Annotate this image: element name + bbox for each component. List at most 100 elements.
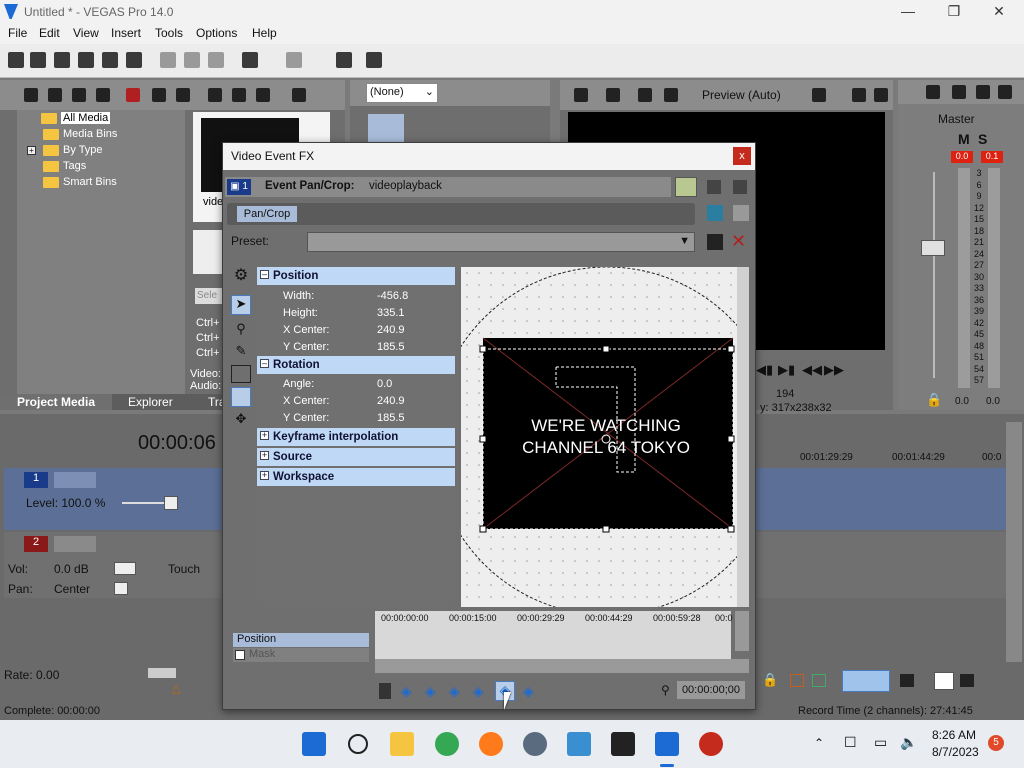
prop-width[interactable]: Width: -456.8 xyxy=(257,288,455,305)
lock-aspect-icon[interactable] xyxy=(231,387,251,407)
zoom-tool-icon[interactable]: ⚲ xyxy=(231,321,251,339)
properties-icon[interactable] xyxy=(126,52,142,68)
prev-frame-icon[interactable]: ◀▮ xyxy=(756,362,773,378)
snapping-toggle[interactable] xyxy=(842,670,890,692)
delete-keyframe-icon[interactable]: ◈ xyxy=(523,683,534,700)
open-icon[interactable] xyxy=(30,52,46,68)
video-track-lane[interactable] xyxy=(756,468,1006,530)
save-preset-icon[interactable] xyxy=(707,234,723,250)
save-as-icon[interactable] xyxy=(78,52,94,68)
display-icon[interactable]: ▭ xyxy=(874,734,887,751)
menu-file[interactable]: File xyxy=(8,26,27,40)
help-icon[interactable] xyxy=(366,52,382,68)
tab-project-media[interactable]: Project Media xyxy=(0,394,112,410)
envelope-tool-icon[interactable] xyxy=(960,674,974,687)
tree-item-tags[interactable]: Tags xyxy=(43,160,86,172)
restore-button[interactable]: ❐ xyxy=(940,3,968,21)
menu-edit[interactable]: Edit xyxy=(39,26,60,40)
kf-track-mask[interactable]: Mask xyxy=(233,648,369,662)
section-position[interactable]: – Position xyxy=(257,267,455,285)
section-keyframe-interpolation[interactable]: + Keyframe interpolation xyxy=(257,428,455,446)
chrome-icon[interactable] xyxy=(435,732,459,756)
pan-crop-workspace[interactable]: WE'RE WATCHING CHANNEL 64 TOKYO xyxy=(461,267,749,607)
minimize-button[interactable]: — xyxy=(894,3,922,21)
section-workspace[interactable]: + Workspace xyxy=(257,468,455,486)
list-view-icon[interactable] xyxy=(707,180,721,194)
rewind-icon[interactable]: ◀◀ xyxy=(802,362,822,378)
new-icon[interactable] xyxy=(8,52,24,68)
solo-button[interactable]: S xyxy=(978,131,987,147)
next-frame-icon[interactable]: ▶▮ xyxy=(778,362,795,378)
first-keyframe-icon[interactable]: ◈ xyxy=(401,683,412,700)
rate-slider[interactable] xyxy=(148,668,176,678)
audio-track-header[interactable]: 2 Vol: 0.0 dB Touch Pan: Center xyxy=(4,532,222,598)
prop-rot-x-center[interactable]: X Center: 240.9 xyxy=(257,393,455,410)
prev-keyframe-icon[interactable]: ◈ xyxy=(425,683,436,700)
event-fx-icon[interactable] xyxy=(336,52,352,68)
forward-icon[interactable]: ▶▶ xyxy=(824,362,844,378)
marker-icon[interactable] xyxy=(790,674,804,687)
chevron-up-icon[interactable]: ⌃ xyxy=(814,736,824,750)
normal-edit-icon[interactable]: ✎ xyxy=(231,343,251,361)
tree-item-by-type[interactable]: By Type xyxy=(43,144,103,156)
pointer-tool-icon[interactable]: ➤ xyxy=(231,295,251,315)
import-media-icon[interactable] xyxy=(24,88,38,102)
gear-icon[interactable] xyxy=(574,88,588,102)
tree-item-all-media[interactable]: All Media xyxy=(41,112,111,124)
render-icon[interactable] xyxy=(102,52,118,68)
menu-view[interactable]: View xyxy=(73,26,99,40)
normal-edit-tool-icon[interactable] xyxy=(934,672,954,690)
overlays-icon[interactable] xyxy=(812,88,826,102)
menu-help[interactable]: Help xyxy=(252,26,277,40)
delete-preset-icon[interactable]: ✕ xyxy=(731,232,746,250)
track-name-field[interactable] xyxy=(54,536,96,552)
grid-view-icon[interactable] xyxy=(733,180,747,194)
dim-icon[interactable] xyxy=(976,85,990,99)
kf-track-position[interactable]: Position xyxy=(233,633,369,647)
section-rotation[interactable]: – Rotation xyxy=(257,356,455,374)
views-icon[interactable] xyxy=(292,88,306,102)
volume-icon[interactable]: 🔈 xyxy=(900,734,917,751)
preview-mode[interactable]: Preview (Auto) xyxy=(702,88,781,102)
vegas-icon[interactable] xyxy=(655,732,679,756)
prop-y-center[interactable]: Y Center: 185.5 xyxy=(257,339,455,356)
tree-item-smart-bins[interactable]: Smart Bins xyxy=(43,176,117,188)
gear-icon[interactable]: ⚙ xyxy=(231,267,251,285)
paste-icon[interactable] xyxy=(208,52,224,68)
keyframe-timeline[interactable]: 00:00:00:00 00:00:15:00 00:00:29:29 00:0… xyxy=(375,611,733,663)
save-snapshot-icon[interactable] xyxy=(874,88,888,102)
snap-to-grid-icon[interactable] xyxy=(231,365,251,383)
workspace-vscroll[interactable] xyxy=(737,267,749,607)
file-explorer-icon[interactable] xyxy=(390,732,414,756)
expand-toggle[interactable]: + xyxy=(27,146,36,155)
clock-date[interactable]: 8/7/2023 xyxy=(932,745,979,759)
mask-checkbox[interactable] xyxy=(235,650,245,660)
stop-icon[interactable] xyxy=(232,88,246,102)
split-screen-icon[interactable] xyxy=(638,88,652,102)
tree-item-media-bins[interactable]: Media Bins xyxy=(43,128,117,140)
trimmer-dropdown[interactable]: (None) ⌄ xyxy=(366,83,438,103)
kf-timecode[interactable]: 00:00:00;00 xyxy=(677,681,745,699)
move-free-icon[interactable]: ✥ xyxy=(231,411,251,429)
notepad-icon[interactable] xyxy=(567,732,591,756)
prop-angle[interactable]: Angle: 0.0 xyxy=(257,376,455,393)
menu-options[interactable]: Options xyxy=(196,26,237,40)
copy-snapshot-icon[interactable] xyxy=(852,88,866,102)
timeline-vscroll[interactable] xyxy=(1006,422,1022,662)
notification-badge[interactable]: 5 xyxy=(988,735,1004,751)
trimmer-clip[interactable] xyxy=(368,114,404,142)
globe-icon[interactable] xyxy=(96,88,110,102)
save-icon[interactable] xyxy=(54,52,70,68)
remove-plugin-icon[interactable] xyxy=(733,205,749,221)
vol-slider[interactable] xyxy=(114,562,136,575)
play-icon[interactable] xyxy=(208,88,222,102)
network-icon[interactable]: ☐ xyxy=(844,734,857,751)
mute-button[interactable]: M xyxy=(958,131,970,147)
lock-icon[interactable]: 🔒 xyxy=(762,672,778,688)
close-icon[interactable]: x xyxy=(733,147,751,165)
firefox-icon[interactable] xyxy=(479,732,503,756)
kf-hscroll[interactable] xyxy=(375,659,749,673)
autopreview-icon[interactable] xyxy=(256,88,270,102)
cut-icon[interactable] xyxy=(160,52,176,68)
video-track-header[interactable]: 1 Level: 100.0 % xyxy=(4,468,222,530)
